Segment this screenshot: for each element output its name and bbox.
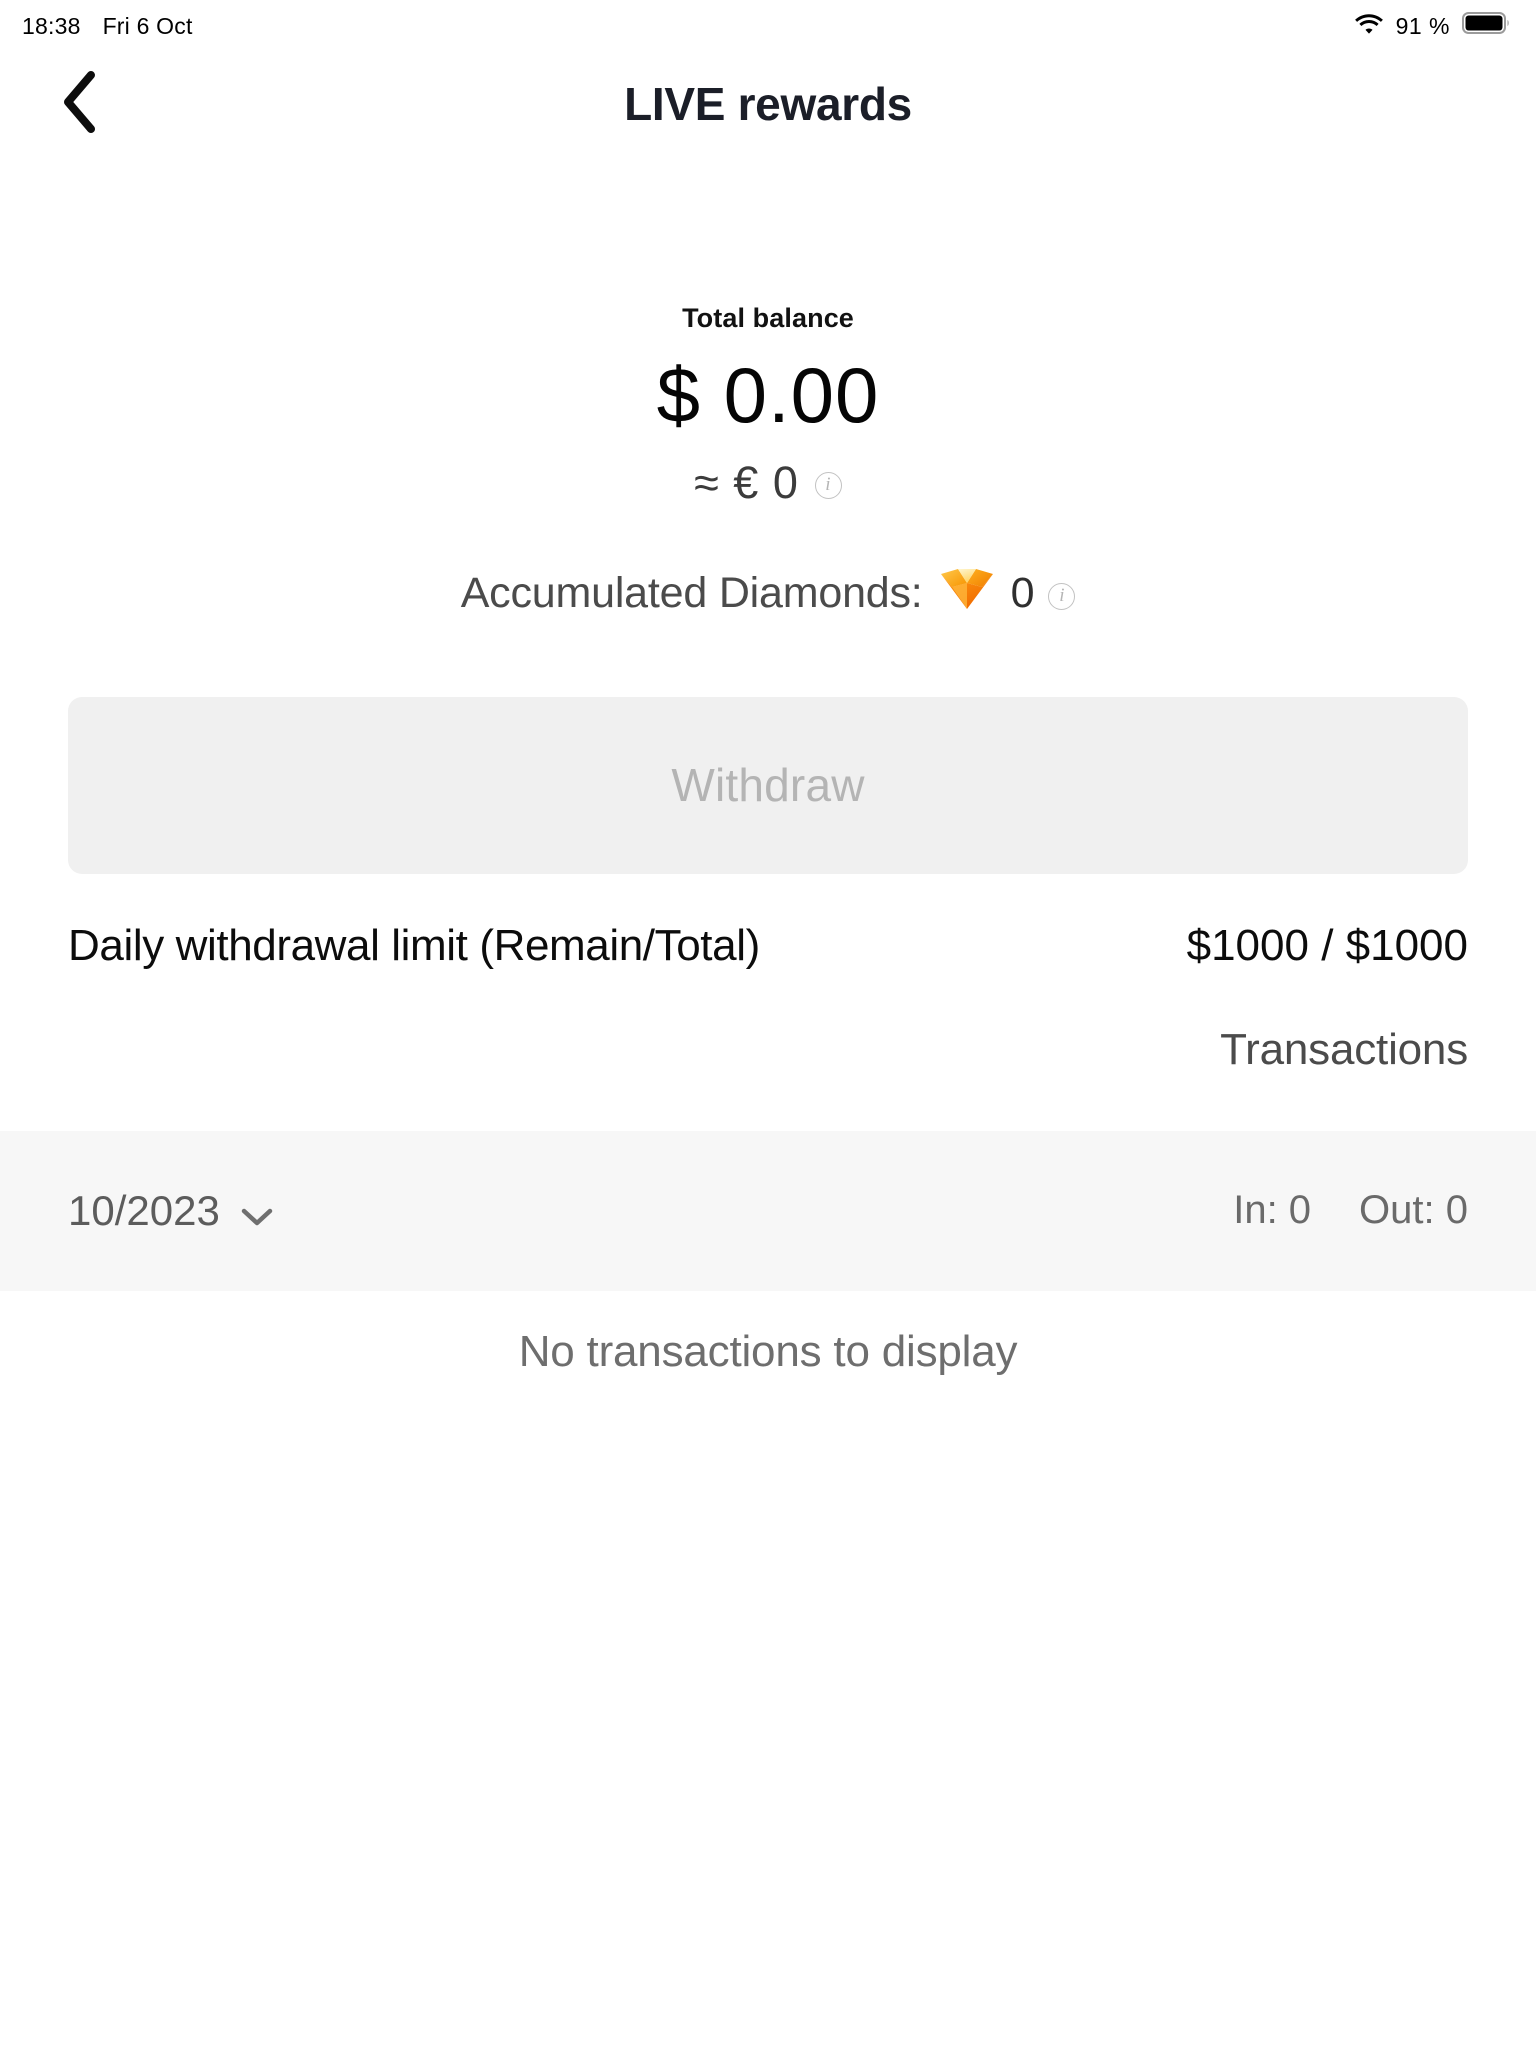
transactions-in-count: In: 0 [1233, 1188, 1312, 1233]
daily-withdrawal-limit-label: Daily withdrawal limit (Remain/Total) [68, 920, 760, 970]
approx-balance-info-icon[interactable]: i [814, 472, 842, 500]
accumulated-diamonds-row: Accumulated Diamonds: 0 i [0, 565, 1536, 622]
wifi-icon [1354, 12, 1384, 40]
battery-icon [1462, 11, 1510, 41]
transaction-counts: In: 0 Out: 0 [1233, 1188, 1468, 1233]
total-balance-amount: $ 0.00 [656, 351, 880, 439]
balance-section: Total balance $ 0.00 ≈ € 0 i Accumulated… [0, 303, 1536, 622]
transactions-heading: Transactions [1220, 1024, 1468, 1074]
status-time: 18:38 [22, 12, 81, 39]
accumulated-diamonds-info-icon[interactable]: i [1048, 582, 1076, 610]
battery-percentage: 91 % [1395, 12, 1450, 39]
approx-balance-value: ≈ € 0 [694, 456, 799, 508]
status-date: Fri 6 Oct [102, 12, 193, 39]
daily-withdrawal-limit-value: $1000 / $1000 [1186, 920, 1468, 970]
daily-withdrawal-limit-row: Daily withdrawal limit (Remain/Total) $1… [68, 921, 1468, 971]
month-selector[interactable]: 10/2023 [68, 1184, 274, 1238]
transactions-empty-message: No transactions to display [518, 1326, 1018, 1376]
page-title: LIVE rewards [624, 78, 912, 130]
month-selector-label: 10/2023 [68, 1186, 220, 1234]
accumulated-diamonds-count: 0 [1010, 568, 1035, 617]
accumulated-diamonds-label: Accumulated Diamonds: [460, 568, 923, 617]
total-balance-label: Total balance [682, 303, 854, 333]
transactions-filter-bar: 10/2023 In: 0 Out: 0 [0, 1130, 1536, 1291]
status-bar-left: 18:38 Fri 6 Oct [22, 13, 193, 40]
transactions-out-count: Out: 0 [1359, 1188, 1468, 1233]
withdraw-button[interactable]: Withdraw [68, 696, 1468, 874]
chevron-down-icon [240, 1190, 274, 1238]
approx-balance-row: ≈ € 0 i [0, 457, 1536, 509]
status-bar: 18:38 Fri 6 Oct 91 % [0, 0, 1536, 52]
navigation-bar: LIVE rewards [0, 52, 1536, 156]
status-bar-right: 91 % [1354, 11, 1510, 41]
diamond-icon [939, 565, 995, 622]
